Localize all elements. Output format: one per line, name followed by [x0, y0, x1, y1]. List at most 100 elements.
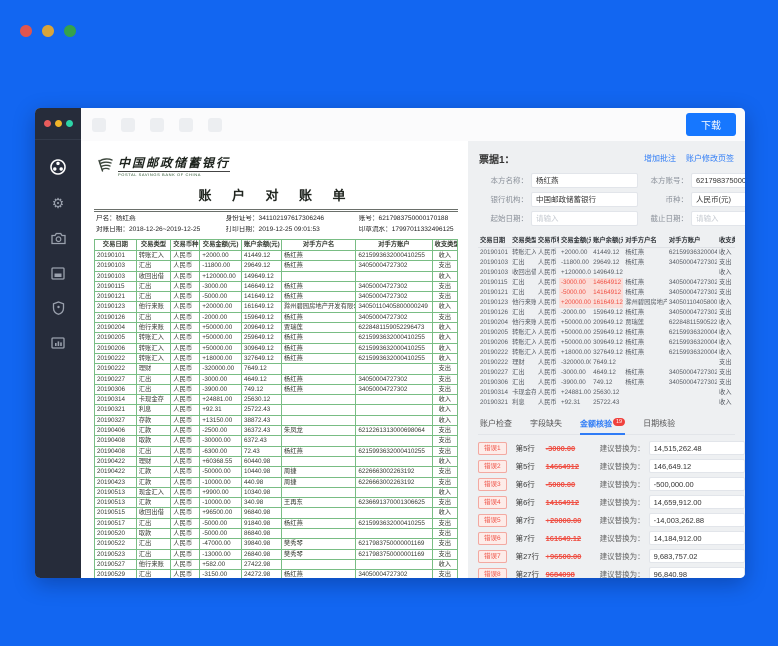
- error-badge: 错误5: [478, 513, 507, 527]
- tab-2[interactable]: 字段缺失: [530, 415, 562, 435]
- toolbar-button-5[interactable]: [208, 117, 222, 132]
- table-row[interactable]: 20190123 他行来账 人民币 +20000.00 161649.12 滁州碧园房地产…: [478, 297, 735, 308]
- table-cell: 人民币: [537, 249, 557, 257]
- table-cell: 人民币: [537, 279, 557, 287]
- table-row[interactable]: 20190126 汇出 人民币 -2000.00 159649.12 杨红燕 3405000…: [478, 308, 735, 318]
- form-field-input-3[interactable]: [691, 192, 745, 207]
- table-row[interactable]: 20190204 他行来账 人民币 +50000.00 209649.12 贾瑞莲 6228…: [478, 318, 735, 328]
- toolbar-button-2[interactable]: [121, 117, 135, 132]
- table-cell: 人民币: [170, 507, 201, 519]
- form-field-input-5[interactable]: [691, 211, 745, 226]
- table-row: 20190327 存款 人民币 +13150.00 38872.43 收入: [94, 414, 459, 427]
- table-cell: 人民币: [170, 394, 201, 406]
- table-cell: 收入: [431, 352, 459, 365]
- add-annotation-link[interactable]: 增加批注: [644, 153, 676, 164]
- table-row: 20190204 他行来账 人民币 +50000.00 209649.12 贾瑞莲 6228…: [94, 322, 459, 334]
- table-row[interactable]: 20190222 转账汇入 人民币 +18000.00 327649.12 杨红燕 6215…: [478, 348, 735, 358]
- table-cell: 汇出: [135, 548, 172, 560]
- table-cell: 人民币: [537, 379, 557, 387]
- table-row: 20190321 利息 人民币 +92.31 25722.43 收入: [94, 404, 459, 416]
- table-row[interactable]: 20190103 收回出借 人民币 +120000.00 149649.12 收入: [478, 268, 735, 278]
- table-cell: 汇出: [135, 280, 172, 293]
- column-header: 对手方账户: [666, 233, 717, 248]
- table-row: 20190126 汇出 人民币 -2000.00 159649.12 杨红燕 3405000…: [94, 311, 459, 324]
- form-field-input-0[interactable]: [531, 173, 638, 188]
- suggested-value-input[interactable]: [648, 567, 745, 578]
- camera-icon[interactable]: [50, 230, 66, 246]
- table-cell: 20190103: [94, 270, 137, 282]
- table-row[interactable]: 20190227 汇出 人民币 -3000.00 4649.12 杨红燕 340500047…: [478, 368, 735, 378]
- shield-icon[interactable]: [50, 300, 66, 316]
- suggested-value-input[interactable]: [648, 531, 745, 546]
- suggested-value-input[interactable]: [648, 513, 745, 528]
- app-logo-icon[interactable]: [49, 158, 67, 176]
- close-icon[interactable]: [43, 120, 51, 127]
- table-cell: 10340.98: [240, 486, 282, 499]
- suggest-label: 建议替换为：: [599, 443, 645, 453]
- table-cell: 周捷: [280, 476, 357, 488]
- table-row: 20190222 转账汇入 人民币 +18000.00 327649.12 杨红燕 6215…: [94, 352, 459, 365]
- table-cell: 60440.98: [240, 455, 282, 468]
- table-row[interactable]: 20190115 汇出 人民币 -3000.00 14664912 杨红燕 34050004…: [478, 277, 735, 288]
- form-field-input-2[interactable]: [531, 192, 638, 207]
- suggested-value-input[interactable]: [648, 459, 745, 474]
- table-row[interactable]: 20190222 理财 人民币 -320000.00 7649.12 支出: [478, 358, 735, 368]
- album-icon[interactable]: [50, 265, 66, 281]
- suggested-value-input[interactable]: [648, 441, 745, 456]
- zoom-icon[interactable]: [65, 120, 73, 127]
- folder-stats-icon[interactable]: [50, 335, 66, 351]
- table-cell: +24881.00: [199, 394, 242, 406]
- table-row[interactable]: 20190321 利息 人民币 +92.31 25722.43 收入: [478, 398, 735, 408]
- tab-1[interactable]: 账户检查: [480, 415, 512, 435]
- table-row[interactable]: 20190306 汇出 人民币 -3900.00 749.12 杨红燕 3405000472…: [478, 378, 735, 388]
- suggested-value-input[interactable]: [648, 477, 745, 492]
- table-row[interactable]: 20190103 汇出 人民币 -11800.00 29649.12 杨红燕 3405000…: [478, 258, 735, 268]
- table-cell: 20190227: [94, 373, 137, 385]
- table-cell: +18000.00: [199, 352, 242, 365]
- error-line-ref: 第6行: [515, 497, 535, 507]
- column-header: 对手方户名: [280, 239, 357, 251]
- column-header: 收支类型: [716, 233, 735, 248]
- settings-gear-icon[interactable]: ⚙: [50, 195, 66, 211]
- table-row[interactable]: 20190121 汇出 人民币 -5000.00 14164912 杨红燕 34050004…: [478, 287, 735, 298]
- form-field-input-4[interactable]: [531, 211, 638, 226]
- table-cell: 34050004727302: [668, 309, 717, 317]
- close-window-dot[interactable]: [20, 25, 32, 37]
- toolbar-button-3[interactable]: [150, 117, 164, 132]
- table-row[interactable]: 20190206 转账汇入 人民币 +50000.00 309649.12 杨红燕 6215…: [478, 338, 735, 348]
- download-button[interactable]: 下载: [686, 113, 736, 136]
- form-field: 截止日期：: [642, 211, 745, 226]
- form-field-input-1[interactable]: [691, 173, 745, 188]
- maximize-window-dot[interactable]: [64, 25, 76, 37]
- statement-info: 户名：杨红燕 身份证号：341102197617306246 账号：62179837…: [94, 209, 458, 236]
- toolbar-button-1[interactable]: [92, 117, 106, 132]
- column-header: 对手方户名: [623, 233, 667, 248]
- table-cell: 34050004727302: [668, 369, 717, 377]
- table-cell: 人民币: [170, 548, 201, 560]
- table-cell: 人民币: [170, 373, 201, 385]
- table-cell: [667, 268, 717, 278]
- table-row[interactable]: 20190314 卡现金存 人民币 +24881.00 25630.12 收入: [478, 388, 735, 398]
- toolbar-button-4[interactable]: [179, 117, 193, 132]
- suggested-value-input[interactable]: [648, 495, 745, 510]
- form-field: 起始日期：: [482, 211, 638, 226]
- table-cell: 人民币: [537, 369, 557, 377]
- table-cell: +60368.55: [199, 455, 242, 468]
- tab-4[interactable]: 日期核验: [643, 415, 675, 435]
- table-cell: 杨红燕: [625, 279, 645, 287]
- table-cell: 支出: [431, 548, 459, 560]
- bank-name-english: POSTAL SAVINGS BANK OF CHINA: [118, 171, 231, 177]
- tab-3[interactable]: 金额核验 19: [580, 415, 626, 436]
- table-row[interactable]: 20190101 转账汇入 人民币 +2000.00 41449.12 杨红燕 621599…: [478, 248, 735, 258]
- table-cell: 20190314: [94, 394, 137, 406]
- table-cell: 20190206: [94, 342, 137, 354]
- error-line-ref: 第27行: [515, 569, 539, 578]
- table-cell: 96840.98: [240, 507, 282, 519]
- suggested-value-input[interactable]: [648, 549, 745, 564]
- minimize-window-dot[interactable]: [42, 25, 54, 37]
- minimize-icon[interactable]: [54, 120, 62, 127]
- table-cell: 收入: [718, 399, 732, 407]
- table-cell: 39840.98: [240, 538, 282, 550]
- table-row[interactable]: 20190205 转账汇入 人民币 +50000.00 259649.12 杨红燕 6215…: [478, 328, 735, 338]
- account-edit-tab-link[interactable]: 账户修改页签: [686, 153, 734, 164]
